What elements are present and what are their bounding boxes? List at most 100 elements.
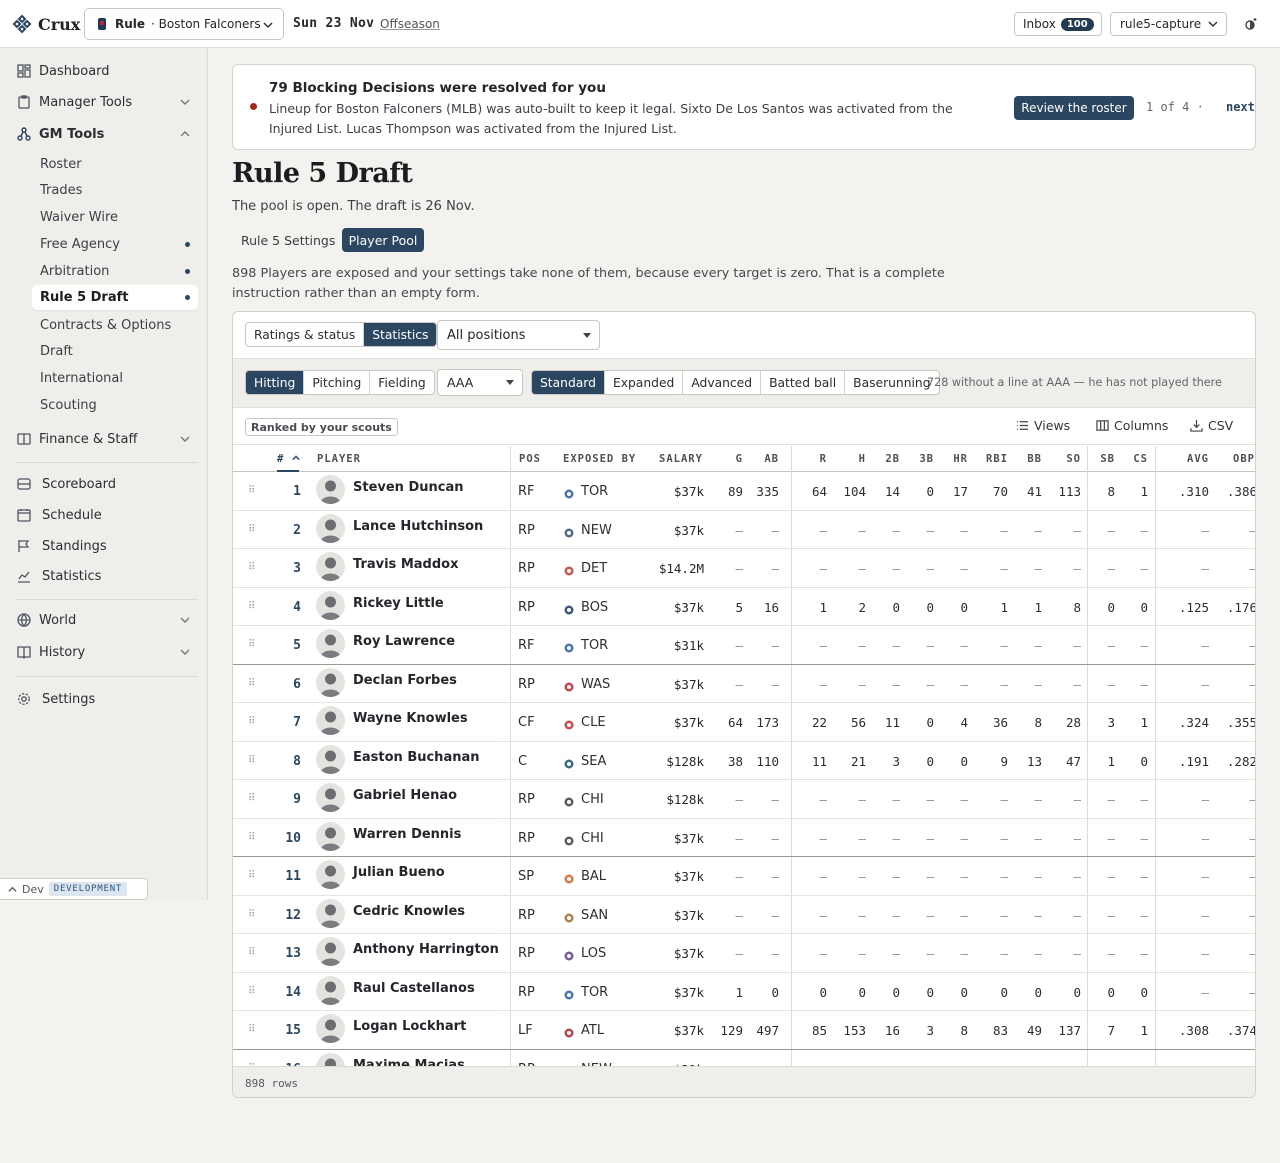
sidebar-item-arbitration[interactable]: Arbitration [32, 259, 198, 284]
sidebar-item-draft[interactable]: Draft [32, 339, 198, 364]
sidebar-item-roster[interactable]: Roster [32, 152, 198, 177]
dev-toolbar-toggle[interactable]: Dev DEVELOPMENT [0, 878, 148, 900]
drag-handle-icon[interactable]: ⠿ [248, 562, 255, 573]
column-header-cs[interactable]: CS [1133, 453, 1148, 465]
tab-rule-5-settings[interactable]: Rule 5 Settings [232, 228, 344, 252]
table-row[interactable]: ⠿ 1 Steven Duncan RF TOR $37k 89 335 64 104 14 0 17 7… [233, 472, 1255, 511]
alert-next-link[interactable]: next [1226, 100, 1255, 114]
column-header-obp[interactable]: OBP [1233, 453, 1255, 465]
sidebar-item-schedule[interactable]: Schedule [8, 502, 198, 528]
tab-player-pool[interactable]: Player Pool [342, 228, 424, 252]
player-name-link[interactable]: Logan Lockhart [353, 1019, 466, 1034]
column-header-bb[interactable]: BB [1027, 453, 1042, 465]
player-name-link[interactable]: Julian Bueno [353, 865, 445, 880]
sidebar-item-dashboard[interactable]: Dashboard [8, 58, 198, 84]
table-row[interactable]: ⠿ 12 Cedric Knowles RP SAN $37k — — — — — — — — — — — — — — [233, 896, 1255, 934]
table-row[interactable]: ⠿ 3 Travis Maddox RP DET $14.2M — — — — — — — — — — — — — — [233, 549, 1255, 588]
drag-handle-icon[interactable]: ⠿ [248, 485, 255, 496]
drag-handle-icon[interactable]: ⠿ [248, 832, 255, 843]
sidebar-item-world[interactable]: World [8, 607, 198, 633]
column-header-pos[interactable]: POS [519, 453, 541, 465]
season-phase-link[interactable]: Offseason [380, 17, 440, 31]
player-name-link[interactable]: Cedric Knowles [353, 904, 465, 919]
drag-handle-icon[interactable]: ⠿ [248, 524, 255, 535]
drag-handle-icon[interactable]: ⠿ [248, 601, 255, 612]
table-row[interactable]: ⠿ 15 Logan Lockhart LF ATL $37k 129 497 85 153 16 3… [233, 1011, 1255, 1050]
player-name-link[interactable]: Easton Buchanan [353, 750, 480, 765]
table-row[interactable]: ⠿ 9 Gabriel Henao RP CHI $128k — — — — — — — — — — — — — — [233, 780, 1255, 819]
column-header-exposed-by[interactable]: EXPOSED BY [563, 453, 636, 465]
table-row[interactable]: ⠿ 8 Easton Buchanan C SEA $128k 38 110 11 21 3 0 0 9 1… [233, 742, 1255, 780]
expanded-button[interactable]: Expanded [605, 371, 684, 394]
drag-handle-icon[interactable]: ⠿ [248, 947, 255, 958]
drag-handle-icon[interactable]: ⠿ [248, 870, 255, 881]
hitting-button[interactable]: Hitting [246, 371, 305, 394]
player-name-link[interactable]: Travis Maddox [353, 557, 458, 572]
fielding-button[interactable]: Fielding [370, 371, 433, 394]
player-name-link[interactable]: Maxime Macias [353, 1058, 465, 1067]
sidebar-item-manager-tools[interactable]: Manager Tools [8, 89, 198, 115]
csv-export-button[interactable]: CSV [1190, 418, 1233, 433]
column-header-h[interactable]: H [859, 453, 866, 465]
drag-handle-icon[interactable]: ⠿ [248, 793, 255, 804]
column-header-salary[interactable]: SALARY [659, 453, 703, 465]
drag-handle-icon[interactable]: ⠿ [248, 716, 255, 727]
standard-button[interactable]: Standard [532, 371, 605, 394]
sidebar-item-history[interactable]: History [8, 639, 198, 665]
player-name-link[interactable]: Wayne Knowles [353, 711, 468, 726]
player-name-link[interactable]: Steven Duncan [353, 480, 464, 495]
column-header-hr[interactable]: HR [953, 453, 968, 465]
column-header-player[interactable]: PLAYER [317, 453, 361, 465]
player-name-link[interactable]: Declan Forbes [353, 673, 457, 688]
sidebar-item-contracts-options[interactable]: Contracts & Options [32, 313, 198, 338]
sidebar-item-finance-staff[interactable]: Finance & Staff [8, 426, 198, 452]
drag-handle-icon[interactable]: ⠿ [248, 639, 255, 650]
player-name-link[interactable]: Rickey Little [353, 596, 444, 611]
advanced-button[interactable]: Advanced [683, 371, 762, 394]
column-header-2b[interactable]: 2B [885, 453, 900, 465]
sidebar-item-trades[interactable]: Trades [32, 178, 198, 203]
table-row[interactable]: ⠿ 10 Warren Dennis RP CHI $37k — — — — — — — — — — — — — — [233, 819, 1255, 857]
sidebar-item-waiver-wire[interactable]: Waiver Wire [32, 205, 198, 230]
column-header-rank[interactable]: # [277, 453, 300, 465]
level-select[interactable]: AAA [437, 369, 523, 396]
player-name-link[interactable]: Anthony Harrington [353, 942, 499, 957]
player-name-link[interactable]: Roy Lawrence [353, 634, 455, 649]
player-name-link[interactable]: Lance Hutchinson [353, 519, 483, 534]
sidebar-item-rule-5-draft[interactable]: Rule 5 Draft [32, 285, 198, 310]
table-row[interactable]: ⠿ 4 Rickey Little RP BOS $37k 5 16 1 2 0 0 0 1 1 8 0 0 .12… [233, 588, 1255, 626]
table-row[interactable]: ⠿ 11 Julian Bueno SP BAL $37k — — — — — — — — — — — — — — [233, 857, 1255, 896]
sidebar-item-international[interactable]: International [32, 366, 198, 391]
view-statistics-button[interactable]: Statistics [364, 323, 437, 346]
column-header-3b[interactable]: 3B [919, 453, 934, 465]
team-selector[interactable]: Rule · Boston Falconers [84, 8, 284, 40]
column-header-so[interactable]: SO [1066, 453, 1081, 465]
drag-handle-icon[interactable]: ⠿ [248, 1024, 255, 1035]
player-name-link[interactable]: Warren Dennis [353, 827, 461, 842]
views-button[interactable]: Views [1016, 418, 1070, 433]
theme-toggle[interactable] [1243, 16, 1259, 36]
table-row[interactable]: ⠿16Maxime MaciasRPNEW$31k—————————————— [233, 1050, 1255, 1067]
column-header-ab[interactable]: AB [764, 453, 779, 465]
view-ratings-button[interactable]: Ratings & status [246, 323, 365, 346]
table-row[interactable]: ⠿ 5 Roy Lawrence RF TOR $31k — — — — — — — — — — — — — — [233, 626, 1255, 665]
table-row[interactable]: ⠿ 6 Declan Forbes RP WAS $37k — — — — — — — — — — — — — — [233, 665, 1255, 703]
sidebar-item-scoreboard[interactable]: Scoreboard [8, 471, 198, 497]
save-selector[interactable]: rule5-capture [1110, 12, 1227, 36]
column-header-g[interactable]: G [736, 453, 743, 465]
sidebar-item-free-agency[interactable]: Free Agency [32, 232, 198, 257]
review-roster-button[interactable]: Review the roster [1014, 96, 1134, 120]
drag-handle-icon[interactable]: ⠿ [248, 986, 255, 997]
column-header-avg[interactable]: AVG [1187, 453, 1209, 465]
column-header-r[interactable]: R [820, 453, 827, 465]
table-row[interactable]: ⠿ 7 Wayne Knowles CF CLE $37k 64 173 22 56 11 0 4 36 8… [233, 703, 1255, 742]
logo[interactable]: Crux [12, 14, 80, 34]
batted-ball-button[interactable]: Batted ball [761, 371, 846, 394]
column-header-sb[interactable]: SB [1100, 453, 1115, 465]
sidebar-item-statistics[interactable]: Statistics [8, 563, 198, 589]
pitching-button[interactable]: Pitching [304, 371, 371, 394]
column-header-rbi[interactable]: RBI [986, 453, 1008, 465]
columns-button[interactable]: Columns [1096, 418, 1168, 433]
drag-handle-icon[interactable]: ⠿ [248, 909, 255, 920]
baserunning-button[interactable]: Baserunning [845, 371, 938, 394]
